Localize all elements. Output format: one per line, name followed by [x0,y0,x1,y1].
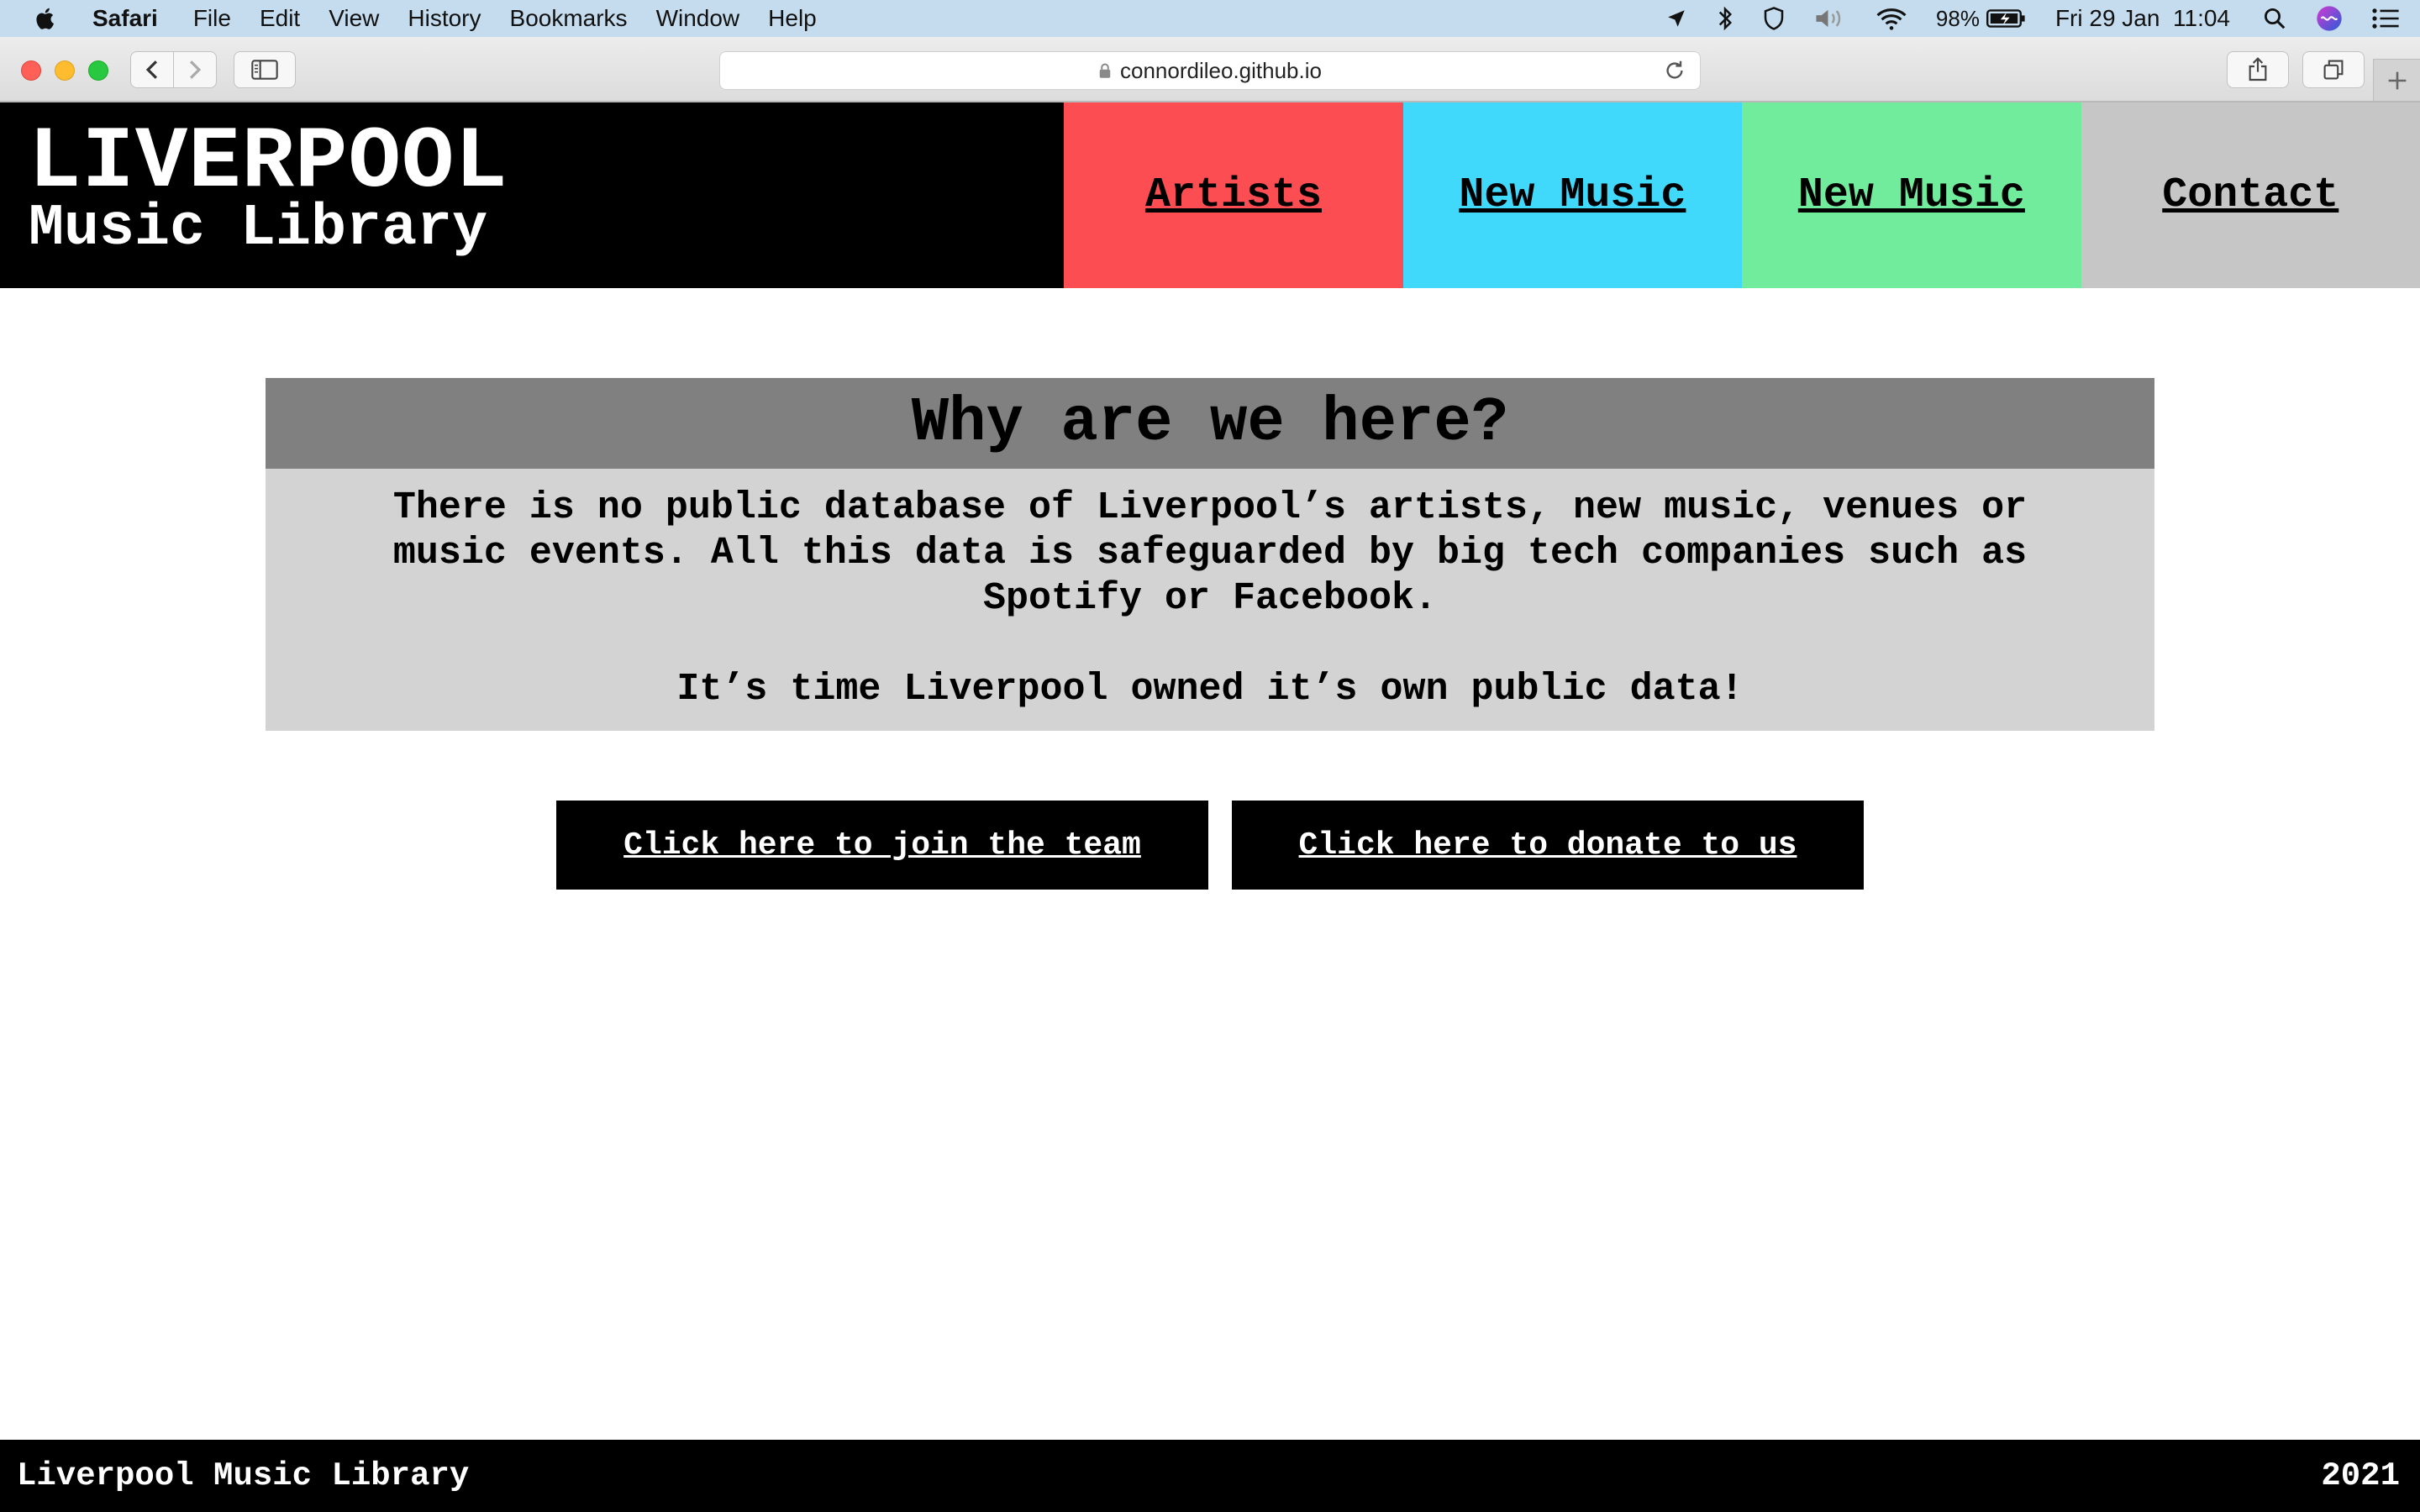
why-section: Why are we here? There is no public data… [266,378,2154,731]
chevron-left-icon [145,60,158,79]
menu-bar: Safari File Edit View History Bookmarks … [0,0,2420,37]
nav-new-music-1[interactable]: New Music [1402,102,1743,288]
minimize-window-button[interactable] [55,60,75,81]
spotlight-search-icon[interactable] [2262,6,2287,31]
join-team-button[interactable]: Click here to join the team [556,801,1208,890]
address-bar[interactable]: connordileo.github.io [719,51,1701,90]
apple-menu-icon[interactable] [34,6,59,31]
forward-button[interactable] [173,51,217,88]
url-text: connordileo.github.io [1120,57,1322,83]
shield-icon[interactable] [1763,6,1785,31]
plus-icon [2388,71,2406,89]
menu-history[interactable]: History [408,5,481,32]
site-header: LIVERPOOL Music Library Artists New Musi… [0,102,2420,288]
clock[interactable]: Fri 29 Jan 11:04 [2055,5,2230,32]
reload-icon[interactable] [1663,59,1686,82]
new-tab-button[interactable] [2373,59,2420,101]
nav-artists[interactable]: Artists [1064,102,1403,288]
why-body: There is no public database of Liverpool… [266,469,2154,712]
menu-view[interactable]: View [329,5,379,32]
donate-button[interactable]: Click here to donate to us [1232,801,1864,890]
sidebar-icon [251,60,278,80]
share-button[interactable] [2227,51,2289,88]
footer-name: Liverpool Music Library [17,1457,470,1494]
why-paragraph-1: There is no public database of Liverpool… [392,486,2028,620]
status-area: 98% Fri 29 Jan 11:04 [1665,0,2420,37]
back-button[interactable] [130,51,174,88]
zoom-window-button[interactable] [88,60,108,81]
site-logo[interactable]: LIVERPOOL Music Library [0,102,1065,288]
sidebar-toggle-button[interactable] [234,51,296,88]
volume-icon[interactable] [1813,7,1847,30]
tabs-icon [2323,60,2344,80]
battery-icon[interactable] [1986,8,2027,29]
battery-percent: 98% [1935,5,1980,31]
why-paragraph-2: It’s time Liverpool owned it’s own publi… [676,668,1744,711]
share-icon [2249,57,2267,81]
menu-help[interactable]: Help [768,5,817,32]
menu-file[interactable]: File [193,5,231,32]
logo-line-1: LIVERPOOL [29,113,508,213]
notification-center-icon[interactable] [2371,8,2400,29]
nav-new-music-2[interactable]: New Music [1742,102,2081,288]
bluetooth-icon[interactable] [1716,6,1734,31]
chevron-right-icon [189,60,202,79]
web-page: LIVERPOOL Music Library Artists New Musi… [0,102,2420,1512]
close-window-button[interactable] [21,60,41,81]
site-footer: Liverpool Music Library 2021 [0,1440,2420,1512]
siri-icon[interactable] [2316,5,2343,32]
why-title: Why are we here? [266,378,2154,469]
footer-year: 2021 [2321,1457,2400,1494]
menu-app-safari[interactable]: Safari [92,5,158,32]
menu-window[interactable]: Window [656,5,740,32]
lock-icon [1099,63,1111,78]
wifi-icon[interactable] [1876,7,1907,30]
menu-edit[interactable]: Edit [260,5,300,32]
nav-contact[interactable]: Contact [2081,102,2420,288]
location-icon[interactable] [1665,8,1687,29]
show-tabs-button[interactable] [2302,51,2365,88]
menu-bookmarks[interactable]: Bookmarks [510,5,628,32]
logo-line-2: Music Library [29,196,488,262]
